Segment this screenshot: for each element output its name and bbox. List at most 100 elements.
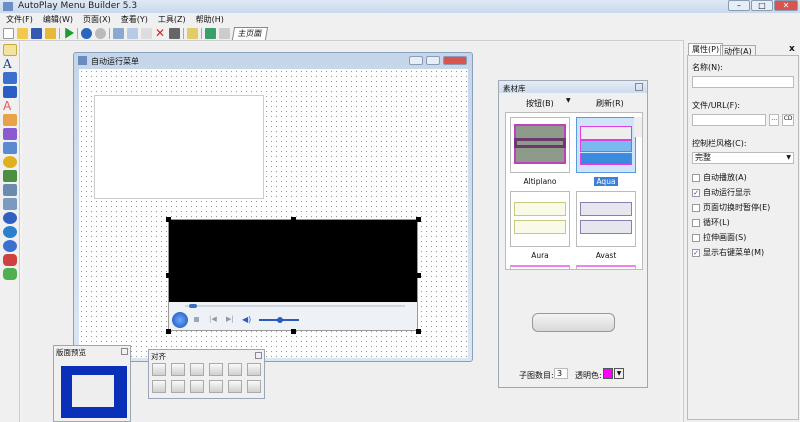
volume-icon[interactable]: ◀) (242, 315, 251, 324)
shapes-tool-icon[interactable] (3, 128, 17, 140)
open-folder-icon[interactable] (45, 27, 56, 39)
sub-count-input[interactable]: 3 (554, 368, 568, 379)
redo-icon[interactable] (95, 27, 106, 39)
image-element[interactable] (94, 95, 264, 199)
minimize-button[interactable]: – (728, 0, 750, 11)
next-icon[interactable]: ▶| (226, 315, 234, 323)
menu-tools[interactable]: 工具(Z) (158, 13, 186, 26)
preview-close-button[interactable] (121, 348, 128, 355)
web-tool-icon[interactable] (3, 170, 17, 182)
design-canvas[interactable]: |◀ ▶| ◀) (79, 69, 468, 358)
align-top-icon[interactable] (209, 363, 223, 376)
asset-altiplano[interactable] (510, 117, 570, 173)
same-width-icon[interactable] (152, 380, 166, 393)
align-right-icon[interactable] (190, 363, 204, 376)
asset-item[interactable] (510, 265, 570, 269)
align-close-button[interactable] (255, 352, 262, 359)
space-v-icon[interactable] (228, 380, 242, 393)
paste-icon[interactable] (141, 27, 152, 39)
menu-file[interactable]: 文件(F) (6, 13, 33, 26)
cd-button[interactable]: CD (782, 114, 794, 126)
panel-close-icon[interactable]: x (789, 44, 795, 54)
align-bottom-icon[interactable] (247, 363, 261, 376)
add-page-icon[interactable] (205, 27, 216, 39)
stop-icon[interactable] (194, 317, 199, 322)
text-tool-icon[interactable]: A (3, 58, 17, 70)
align-middle-icon[interactable] (228, 363, 242, 376)
control-style-select[interactable]: 完整 ▼ (692, 152, 794, 164)
checkbox-context-menu[interactable]: ✓ 显示右键菜单(M) (692, 245, 794, 260)
asset-aura[interactable] (510, 191, 570, 247)
same-height-icon[interactable] (171, 380, 185, 393)
designer-close-button[interactable] (443, 56, 467, 65)
list-tool-icon[interactable] (3, 184, 17, 196)
page-icon[interactable] (187, 27, 198, 39)
comment-tool-icon[interactable] (3, 254, 17, 266)
undo-icon[interactable] (81, 27, 92, 39)
tab-properties[interactable]: 属性(P) (688, 43, 724, 55)
browse-button[interactable]: … (769, 114, 780, 126)
menu-edit[interactable]: 编辑(W) (43, 13, 73, 26)
asset-aqua[interactable] (576, 117, 636, 173)
menu-help[interactable]: 帮助(H) (196, 13, 224, 26)
library-close-button[interactable] (635, 83, 643, 91)
checkbox-stretch[interactable]: 拉伸画面(S) (692, 230, 794, 245)
category-arrow-icon[interactable]: ▼ (566, 97, 571, 104)
center-page-icon[interactable] (247, 380, 261, 393)
designer-maximize-button[interactable] (426, 56, 440, 65)
checkbox-autorun-display[interactable]: ✓ 自动运行显示 (692, 185, 794, 200)
asset-avast[interactable] (576, 191, 636, 247)
textbox-tool-icon[interactable] (3, 114, 17, 126)
align-left-icon[interactable] (152, 363, 166, 376)
seek-thumb[interactable] (189, 304, 197, 308)
cut-icon[interactable] (113, 27, 124, 39)
media-player-element[interactable]: |◀ ▶| ◀) (168, 219, 418, 331)
chat-tool-icon[interactable] (3, 268, 17, 280)
open-icon[interactable] (17, 27, 28, 39)
space-h-icon[interactable] (209, 380, 223, 393)
table-tool-icon[interactable] (3, 198, 17, 210)
checkbox-autoplay[interactable]: 自动播放(A) (692, 170, 794, 185)
asset-grid[interactable]: Altiplano Aqua Aura Avast (505, 112, 643, 270)
star-tool-icon[interactable] (3, 156, 17, 168)
tab-actions[interactable]: 动作(A) (720, 45, 756, 56)
volume-thumb[interactable] (277, 317, 283, 323)
new-icon[interactable] (3, 27, 14, 39)
save-icon[interactable] (31, 27, 42, 39)
align-center-h-icon[interactable] (171, 363, 185, 376)
close-button[interactable]: ✕ (774, 0, 798, 11)
flash-tool-icon[interactable] (3, 142, 17, 154)
play-button[interactable] (172, 312, 188, 328)
pointer-tool-icon[interactable] (3, 44, 17, 56)
tab-main-page[interactable]: 主页面 (231, 26, 269, 40)
shape-text-tool-icon[interactable]: A (3, 100, 17, 112)
remove-page-icon[interactable] (219, 27, 230, 39)
transparent-color-swatch[interactable] (603, 368, 613, 379)
name-input[interactable] (692, 76, 794, 88)
button-tool-icon[interactable] (3, 86, 17, 98)
menu-view[interactable]: 查看(Y) (121, 13, 148, 26)
same-size-icon[interactable] (190, 380, 204, 393)
checkbox-pause-on-switch[interactable]: 页面切换时暂停(E) (692, 200, 794, 215)
checkbox-loop[interactable]: 循环(L) (692, 215, 794, 230)
copy-icon[interactable] (127, 27, 138, 39)
delete-icon[interactable]: ✕ (155, 27, 166, 39)
asset-item[interactable] (576, 265, 636, 269)
library-scrollbar[interactable] (634, 117, 642, 137)
duplicate-icon[interactable] (169, 27, 180, 39)
compass-tool-icon[interactable] (3, 212, 17, 224)
maximize-button[interactable]: □ (751, 0, 773, 11)
previous-icon[interactable]: |◀ (209, 315, 217, 323)
play-icon[interactable] (65, 27, 74, 39)
seek-bar[interactable] (185, 305, 405, 307)
file-url-input[interactable] (692, 114, 767, 126)
category-dropdown[interactable]: 按钮(B) (526, 98, 554, 109)
designer-minimize-button[interactable] (409, 56, 423, 65)
refresh-button[interactable]: 刷新(R) (596, 98, 624, 109)
color-dropdown-button[interactable]: ▼ (614, 368, 624, 379)
menu-page[interactable]: 页面(X) (83, 13, 111, 26)
audio-tool-icon[interactable] (3, 240, 17, 252)
preview-thumbnail[interactable] (61, 366, 127, 418)
image-tool-icon[interactable] (3, 72, 17, 84)
media-tool-icon[interactable] (3, 226, 17, 238)
